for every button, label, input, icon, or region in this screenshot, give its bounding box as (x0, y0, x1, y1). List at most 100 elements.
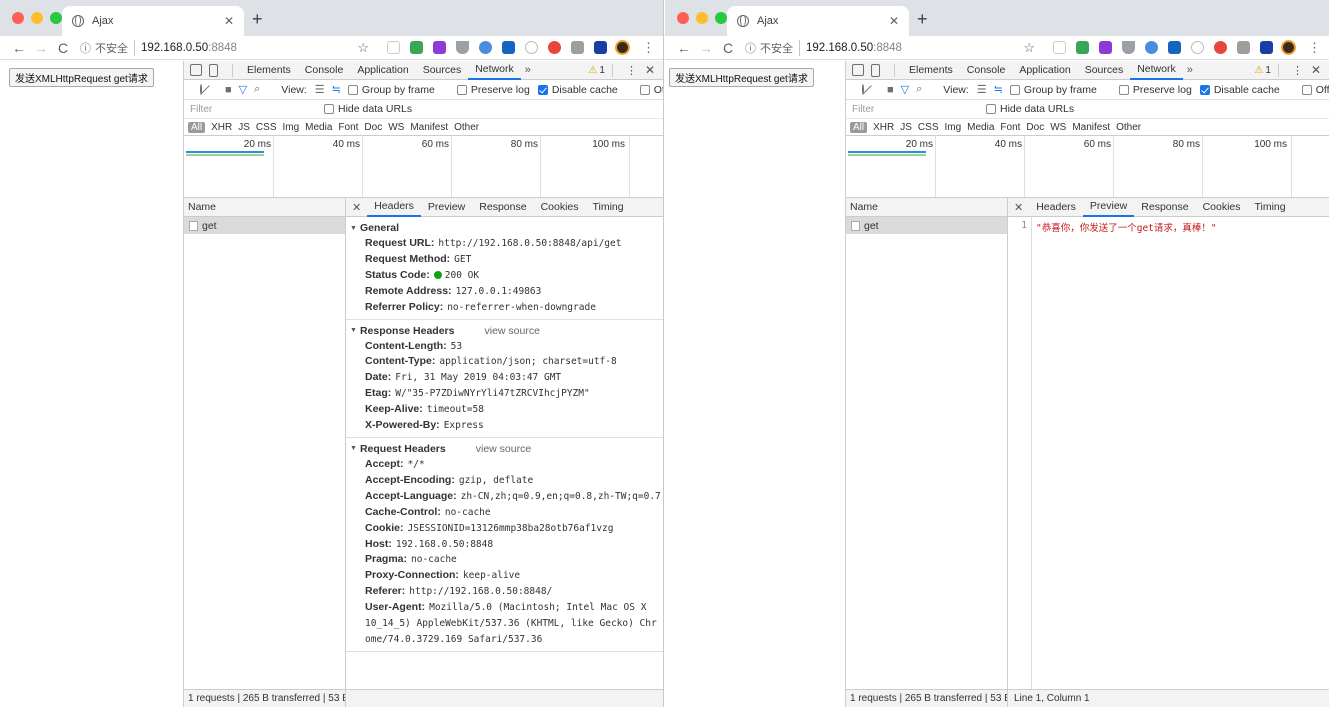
offline-checkbox[interactable]: Offlin (1301, 84, 1329, 96)
forward-button[interactable]: → (695, 40, 717, 56)
type-all[interactable]: All (188, 121, 206, 133)
clear-icon[interactable] (862, 84, 864, 95)
tab-network[interactable]: Network (468, 61, 521, 80)
tab-elements[interactable]: Elements (902, 61, 960, 80)
c-extension-icon[interactable] (548, 41, 561, 54)
browser-menu-icon[interactable]: ⋮ (642, 40, 655, 56)
type-media[interactable]: Media (964, 122, 997, 133)
tab-elements[interactable]: Elements (240, 61, 298, 80)
circle-extension-icon[interactable] (1145, 41, 1158, 54)
maximize-window-button[interactable] (715, 12, 727, 24)
bookmark-star-icon[interactable]: ☆ (1023, 40, 1035, 56)
v-extension-icon[interactable] (456, 41, 469, 54)
address-bar[interactable]: ⓘ 不安全 192.168.0.50 :8848 (745, 39, 1007, 56)
type-js[interactable]: JS (897, 122, 915, 133)
filter-icon[interactable]: ▽ (901, 83, 909, 96)
response-headers-toggle[interactable]: ▼ Response Headers view source (346, 323, 663, 339)
device-toolbar-icon[interactable] (871, 63, 880, 77)
type-manifest[interactable]: Manifest (1069, 122, 1113, 133)
minimize-window-button[interactable] (696, 12, 708, 24)
v-extension-icon[interactable] (1122, 41, 1135, 54)
info-icon[interactable]: ⓘ (745, 40, 756, 56)
timeline-overview[interactable]: 20 ms 40 ms 60 ms 80 ms 100 ms (184, 136, 663, 198)
app-extension-icon[interactable] (1099, 41, 1112, 54)
profile-avatar[interactable] (615, 40, 630, 55)
type-other[interactable]: Other (1113, 122, 1144, 133)
send-get-request-button[interactable]: 发送XMLHttpRequest get请求 (669, 68, 814, 87)
tab-headers[interactable]: Headers (1029, 198, 1083, 217)
filter-icon[interactable]: ▽ (239, 83, 247, 96)
tab-cookies[interactable]: Cookies (534, 198, 586, 217)
tab-application[interactable]: Application (1012, 61, 1077, 80)
tab-console[interactable]: Console (960, 61, 1013, 80)
send-get-request-button[interactable]: 发送XMLHttpRequest get请求 (9, 68, 154, 87)
tab-preview[interactable]: Preview (421, 198, 472, 217)
browser-tab[interactable]: Ajax ✕ (62, 6, 244, 36)
type-xhr[interactable]: XHR (208, 122, 235, 133)
inspect-element-icon[interactable] (190, 64, 202, 76)
tab-preview[interactable]: Preview (1082, 198, 1135, 217)
maximize-window-button[interactable] (50, 12, 62, 24)
large-rows-icon[interactable]: ☰ (977, 83, 987, 96)
forward-button[interactable]: → (30, 40, 52, 56)
request-row[interactable]: get (184, 217, 345, 234)
vue-extension-icon[interactable] (594, 41, 607, 54)
disable-cache-checkbox[interactable]: Disable cache (1199, 84, 1280, 96)
close-detail-icon[interactable]: ✕ (352, 201, 361, 214)
reload-button[interactable]: C (52, 40, 74, 56)
back-button[interactable]: ← (673, 40, 695, 56)
vue-extension-icon[interactable] (1260, 41, 1273, 54)
close-tab-icon[interactable]: ✕ (224, 14, 234, 28)
type-font[interactable]: Font (335, 122, 361, 133)
type-js[interactable]: JS (235, 122, 253, 133)
disable-cache-checkbox[interactable]: Disable cache (537, 84, 618, 96)
tab-cookies[interactable]: Cookies (1196, 198, 1248, 217)
minimize-window-button[interactable] (31, 12, 43, 24)
type-all[interactable]: All (850, 121, 868, 133)
bookmark-star-icon[interactable]: ☆ (357, 40, 369, 56)
group-by-frame-checkbox[interactable]: Group by frame (347, 84, 435, 96)
clock-extension-icon[interactable] (1191, 41, 1204, 54)
tool-extension-icon[interactable] (571, 41, 584, 54)
search-icon[interactable]: ⌕ (254, 83, 260, 96)
blue-extension-icon[interactable] (502, 41, 515, 54)
offline-checkbox[interactable]: Offlin (639, 84, 663, 96)
filter-input[interactable]: Filter (852, 104, 976, 115)
type-xhr[interactable]: XHR (870, 122, 897, 133)
reload-button[interactable]: C (717, 40, 739, 56)
shield-extension-icon[interactable] (1076, 41, 1089, 54)
close-window-button[interactable] (677, 12, 689, 24)
more-tabs-button[interactable]: » (521, 64, 535, 76)
screenshot-icon[interactable]: ■ (887, 84, 894, 96)
tab-response[interactable]: Response (1134, 198, 1195, 217)
app-extension-icon[interactable] (433, 41, 446, 54)
more-tabs-button[interactable]: » (1183, 64, 1197, 76)
hide-data-urls-checkbox[interactable]: Hide data URLs (986, 103, 1074, 115)
devtools-menu-icon[interactable]: ⋮ (626, 64, 637, 77)
close-devtools-icon[interactable]: ✕ (645, 63, 655, 77)
extension-icon[interactable] (1053, 41, 1066, 54)
waterfall-icon[interactable]: ≒ (994, 83, 1003, 96)
inspect-element-icon[interactable] (852, 64, 864, 76)
tab-sources[interactable]: Sources (1078, 61, 1131, 80)
blue-extension-icon[interactable] (1168, 41, 1181, 54)
tab-application[interactable]: Application (350, 61, 415, 80)
back-button[interactable]: ← (8, 40, 30, 56)
tab-response[interactable]: Response (472, 198, 533, 217)
clear-icon[interactable] (200, 84, 202, 95)
close-detail-icon[interactable]: ✕ (1014, 201, 1023, 214)
hide-data-urls-checkbox[interactable]: Hide data URLs (324, 103, 412, 115)
tab-network[interactable]: Network (1130, 61, 1183, 80)
warning-badge[interactable]: ⚠ 1 (1254, 65, 1271, 76)
type-ws[interactable]: WS (1047, 122, 1069, 133)
close-tab-icon[interactable]: ✕ (889, 14, 899, 28)
type-img[interactable]: Img (279, 122, 302, 133)
circle-extension-icon[interactable] (479, 41, 492, 54)
warning-badge[interactable]: ⚠ 1 (588, 65, 605, 76)
name-column-header[interactable]: Name (184, 198, 345, 217)
screenshot-icon[interactable]: ■ (225, 84, 232, 96)
general-section-toggle[interactable]: ▼ General (346, 220, 663, 236)
tool-extension-icon[interactable] (1237, 41, 1250, 54)
name-column-header[interactable]: Name (846, 198, 1007, 217)
extension-icon[interactable] (387, 41, 400, 54)
